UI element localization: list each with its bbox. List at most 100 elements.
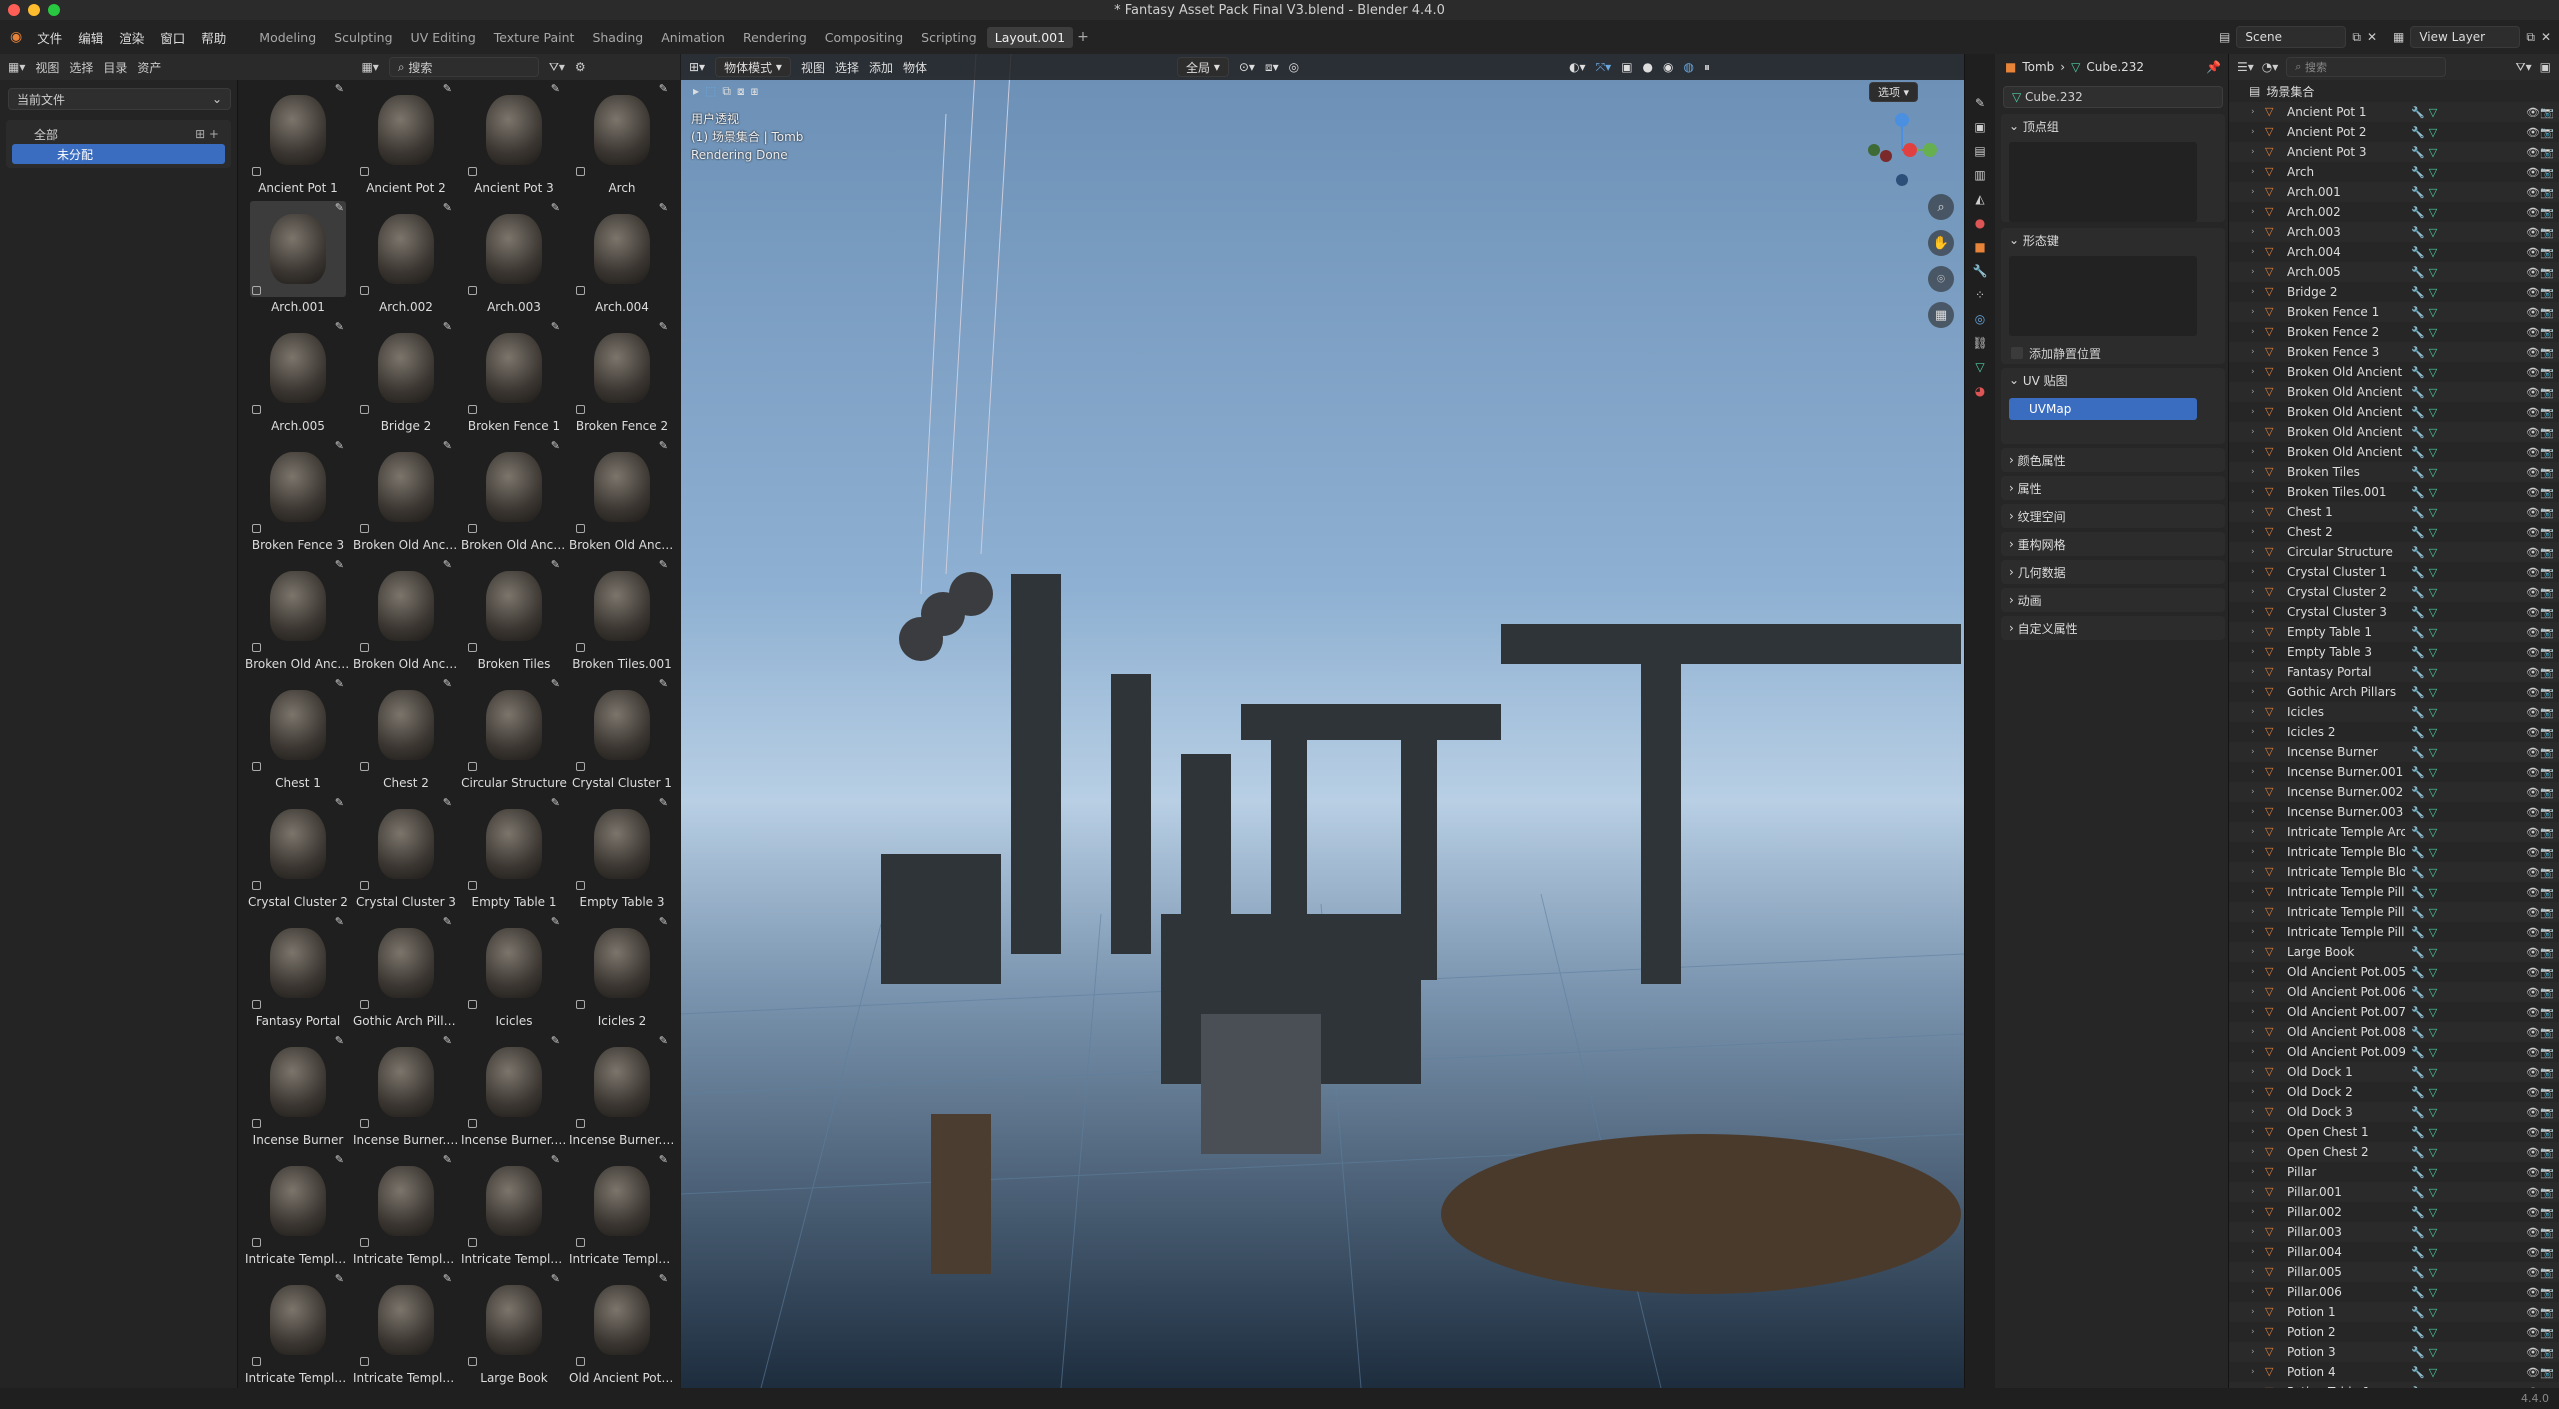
outliner-row[interactable]: › ▽ Incense Burner.001 🔧 ▽ 👁 📷 [2229,762,2559,782]
expand-arrow-icon[interactable]: › [2251,247,2261,257]
expand-arrow-icon[interactable]: › [2251,367,2261,377]
modifier-icon[interactable]: 🔧 [2411,186,2425,199]
modifier-icon[interactable]: 🔧 [2411,706,2425,719]
zoom-window-button[interactable] [48,4,60,16]
mesh-data-icon[interactable]: ▽ [2429,1066,2437,1079]
modifier-icon[interactable]: 🔧 [2411,606,2425,619]
mesh-data-icon[interactable]: ▽ [2429,1146,2437,1159]
edit-pencil-icon[interactable]: ✎ [551,677,560,690]
visibility-eye-icon[interactable]: 👁 [2526,426,2540,439]
edit-pencil-icon[interactable]: ✎ [335,1153,344,1166]
visibility-eye-icon[interactable]: 👁 [2526,686,2540,699]
visibility-eye-icon[interactable]: 👁 [2526,1346,2540,1359]
outliner-row[interactable]: › ▽ Old Dock 3 🔧 ▽ 👁 📷 [2229,1102,2559,1122]
render-camera-icon[interactable]: 📷 [2540,786,2554,799]
physics-tab-icon[interactable]: ◎ [1971,310,1989,328]
asset-tile[interactable]: ✎ Broken Old Ancie... [460,437,568,556]
delete-view-layer-icon[interactable]: ✕ [2541,30,2551,44]
mesh-data-icon[interactable]: ▽ [2429,186,2437,199]
expand-arrow-icon[interactable]: › [2251,1167,2261,1177]
expand-arrow-icon[interactable]: › [2251,1147,2261,1157]
menu-item[interactable]: 编辑 [71,25,110,50]
edit-pencil-icon[interactable]: ✎ [551,1153,560,1166]
outliner-row[interactable]: › ▽ Intricate Temple Pillar.002 🔧 ▽ 👁📷 [2229,922,2559,942]
edit-pencil-icon[interactable]: ✎ [335,439,344,452]
modifier-icon[interactable]: 🔧 [2411,746,2425,759]
visibility-eye-icon[interactable]: 👁 [2526,1206,2540,1219]
mesh-data-icon[interactable]: ▽ [2429,1166,2437,1179]
mesh-data-icon[interactable]: ▽ [2429,1006,2437,1019]
mesh-data-icon[interactable]: ▽ [2429,486,2437,499]
modifier-icon[interactable]: 🔧 [2411,1246,2425,1259]
render-camera-icon[interactable]: 📷 [2540,726,2554,739]
asset-tile[interactable]: ✎ Large Book [460,1270,568,1388]
asset-checkbox[interactable] [468,1357,477,1366]
workspace-tab[interactable]: Texture Paint [486,27,583,48]
modifier-icon[interactable]: 🔧 [2411,1326,2425,1339]
modifier-icon[interactable]: 🔧 [2411,286,2425,299]
expand-arrow-icon[interactable]: › [2251,887,2261,897]
zoom-icon[interactable]: ⌕ [1928,194,1954,220]
perspective-grid-icon[interactable]: ▦ [1928,302,1954,328]
outliner-row[interactable]: › ▽ Large Book 🔧 ▽ 👁 📷 [2229,942,2559,962]
viewport-menu-add[interactable]: 添加 [869,59,893,76]
mesh-data-icon[interactable]: ▽ [2429,226,2437,239]
edit-pencil-icon[interactable]: ✎ [335,677,344,690]
modifier-icon[interactable]: 🔧 [2411,326,2425,339]
visibility-eye-icon[interactable]: 👁 [2526,206,2540,219]
modifier-icon[interactable]: 🔧 [2411,986,2425,999]
expand-arrow-icon[interactable]: › [2251,907,2261,917]
expand-arrow-icon[interactable]: › [2251,1227,2261,1237]
modifier-icon[interactable]: 🔧 [2411,1066,2425,1079]
visibility-eye-icon[interactable]: 👁 [2526,1246,2540,1259]
asset-checkbox[interactable] [252,1357,261,1366]
edit-pencil-icon[interactable]: ✎ [659,796,668,809]
menu-item[interactable]: 文件 [30,25,69,50]
render-camera-icon[interactable]: 📷 [2540,546,2554,559]
render-camera-icon[interactable]: 📷 [2540,146,2554,159]
asset-checkbox[interactable] [360,286,369,295]
asset-checkbox[interactable] [468,1000,477,1009]
collapsed-panel[interactable]: › 重构网格 [2001,532,2225,556]
outliner-row[interactable]: › ▽ Chest 2 🔧 ▽ 👁 📷 [2229,522,2559,542]
edit-pencil-icon[interactable]: ✎ [659,439,668,452]
asset-checkbox[interactable] [360,881,369,890]
asset-menu-select[interactable]: 选择 [69,59,93,76]
outliner-row[interactable]: › ▽ Broken Old Ancient Pot.008 🔧 ▽ 👁📷 [2229,362,2559,382]
outliner-row[interactable]: › ▽ Intricate Temple Archway 🔧 ▽ 👁📷 [2229,822,2559,842]
outliner-row[interactable]: › ▽ Crystal Cluster 2 🔧 ▽ 👁 📷 [2229,582,2559,602]
render-camera-icon[interactable]: 📷 [2540,1286,2554,1299]
transform-orientation-dropdown[interactable]: 全局 ▾ [1177,57,1229,77]
edit-pencil-icon[interactable]: ✎ [335,1034,344,1047]
render-camera-icon[interactable]: 📷 [2540,966,2554,979]
render-camera-icon[interactable]: 📷 [2540,746,2554,759]
edit-pencil-icon[interactable]: ✎ [443,439,452,452]
visibility-eye-icon[interactable]: 👁 [2526,486,2540,499]
edit-pencil-icon[interactable]: ✎ [443,558,452,571]
close-window-button[interactable] [8,4,20,16]
scene-selector[interactable]: Scene [2236,26,2347,48]
vertex-groups-header[interactable]: ⌄ 顶点组 [2001,114,2225,138]
mesh-data-icon[interactable]: ▽ [2429,626,2437,639]
visibility-eye-icon[interactable]: 👁 [2526,526,2540,539]
mesh-data-icon[interactable]: ▽ [2429,106,2437,119]
modifier-icon[interactable]: 🔧 [2411,1046,2425,1059]
outliner-row[interactable]: › ▽ Intricate Temple Block 🔧 ▽ 👁📷 [2229,842,2559,862]
edit-pencil-icon[interactable]: ✎ [443,82,452,95]
mesh-data-icon[interactable]: ▽ [2429,446,2437,459]
asset-tile[interactable]: ✎ Empty Table 1 [460,794,568,913]
render-camera-icon[interactable]: 📷 [2540,1206,2554,1219]
asset-checkbox[interactable] [576,1119,585,1128]
outliner-row[interactable]: › ▽ Arch.003 🔧 ▽ 👁 📷 [2229,222,2559,242]
mode-selector[interactable]: 物体模式 ▾ [715,57,791,77]
expand-arrow-icon[interactable]: › [2251,1267,2261,1277]
modifier-icon[interactable]: 🔧 [2411,506,2425,519]
modifier-icon[interactable]: 🔧 [2411,1346,2425,1359]
asset-tile[interactable]: ✎ Circular Structure [460,675,568,794]
edit-pencil-icon[interactable]: ✎ [443,1153,452,1166]
settings-gear-icon[interactable]: ⚙ [575,60,586,74]
editor-type-icon[interactable]: ▦▾ [8,60,25,74]
mesh-data-icon[interactable]: ▽ [2429,986,2437,999]
render-camera-icon[interactable]: 📷 [2540,286,2554,299]
outliner-row[interactable]: › ▽ Intricate Temple Pillar 🔧 ▽ 👁 📷 [2229,882,2559,902]
